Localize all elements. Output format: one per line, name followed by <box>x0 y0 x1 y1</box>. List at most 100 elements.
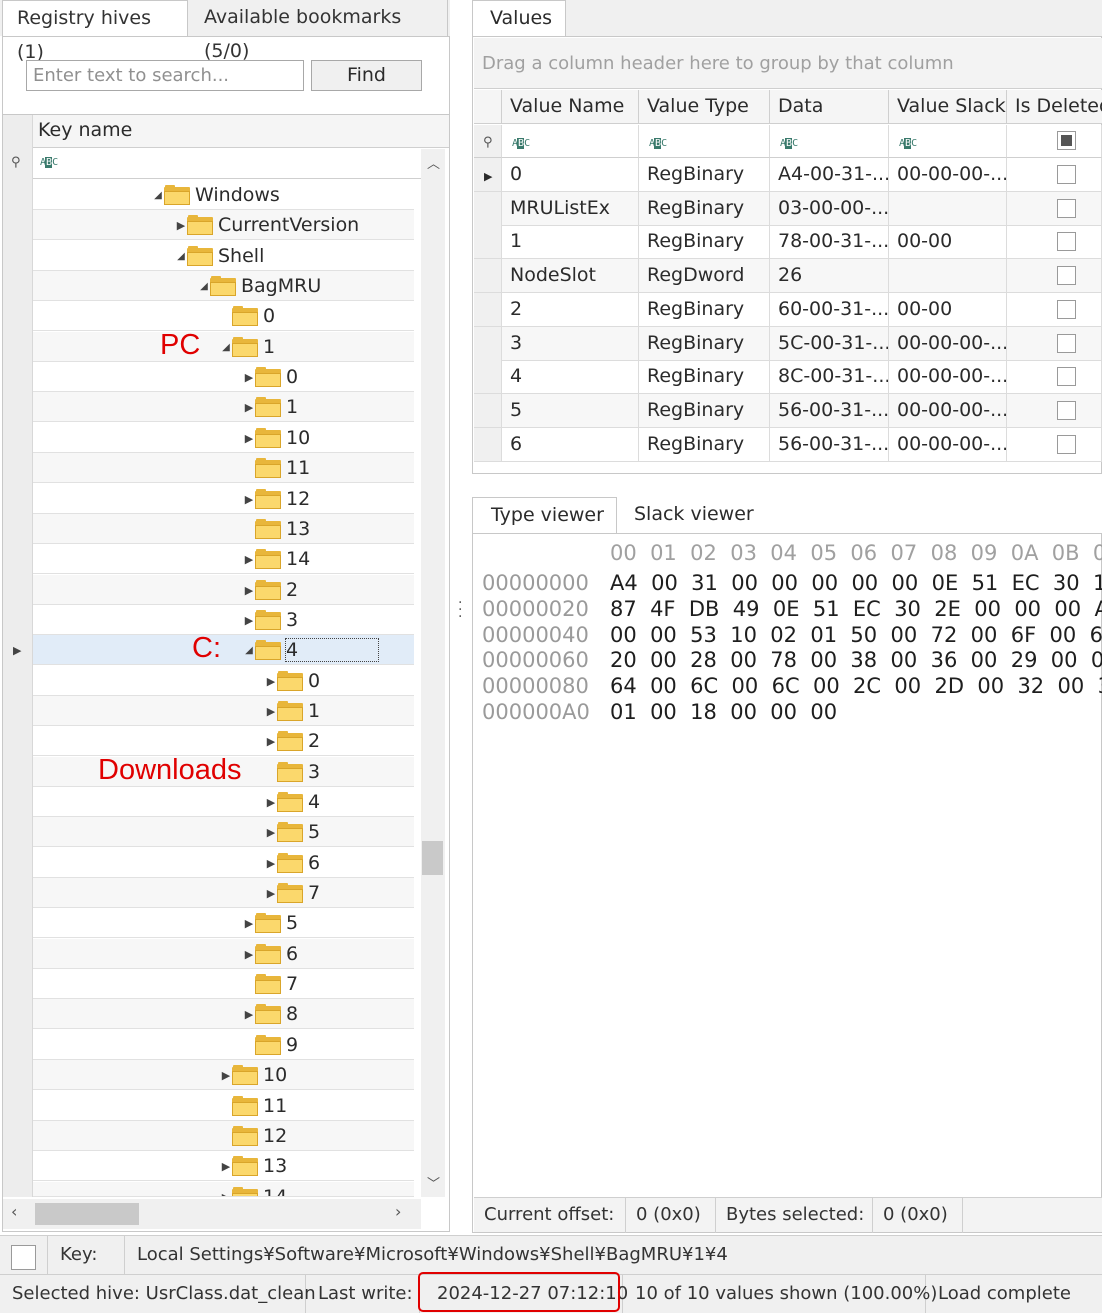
value-type-cell[interactable]: RegBinary <box>639 360 770 394</box>
key-name-column-header[interactable]: Key name <box>33 115 449 148</box>
tree-node[interactable]: ◢ Windows <box>33 180 414 210</box>
expand-arrow-icon[interactable]: ▶ <box>243 1008 255 1021</box>
tab-registry-hives[interactable]: Registry hives (1) <box>2 0 188 63</box>
tree-node-content[interactable]: ◢ 4 <box>243 635 380 664</box>
group-by-area[interactable]: Drag a column header here to group by th… <box>474 38 1102 89</box>
is-deleted-cell[interactable] <box>1007 360 1102 394</box>
tree-node-content[interactable]: ▶ 14 <box>220 1182 287 1196</box>
collapse-arrow-icon[interactable]: ◢ <box>198 281 210 292</box>
tree-vertical-scrollbar[interactable]: ︿ ﹀ <box>421 149 445 1197</box>
tree-node-content[interactable]: ▶ 2 <box>265 726 320 755</box>
expand-arrow-icon[interactable]: ▶ <box>243 948 255 961</box>
value-type-cell[interactable]: RegDword <box>639 259 770 293</box>
tree-node-content[interactable]: 0 <box>220 301 275 330</box>
value-type-cell[interactable]: RegBinary <box>639 293 770 327</box>
value-slack-cell[interactable]: 00-00-00-... <box>889 158 1007 192</box>
panel-splitter-handle[interactable]: · · · <box>458 596 464 624</box>
value-name-cell[interactable]: MRUListEx <box>502 192 639 226</box>
tree-node-content[interactable]: 9 <box>243 1030 298 1059</box>
tree-node-content[interactable]: ▶ 0 <box>265 666 320 695</box>
filter-value-name[interactable]: ABC <box>502 125 639 158</box>
column-header-data[interactable]: Data <box>770 90 889 124</box>
tree-node[interactable]: ◢ Shell <box>33 241 414 271</box>
is-deleted-cell[interactable] <box>1007 293 1102 327</box>
data-cell[interactable]: 56-00-31-... <box>770 394 889 428</box>
expand-arrow-icon[interactable]: ▶ <box>265 705 277 718</box>
tree-node[interactable]: 0 <box>33 301 414 331</box>
collapse-arrow-icon[interactable]: ◢ <box>175 251 187 262</box>
is-deleted-cell[interactable] <box>1007 192 1102 226</box>
value-type-cell[interactable]: RegBinary <box>639 428 770 462</box>
tree-node-content[interactable]: 11 <box>220 1091 287 1120</box>
find-button[interactable]: Find <box>311 60 422 91</box>
column-header-value-name[interactable]: Value Name <box>502 90 639 124</box>
row-indicator[interactable] <box>474 192 502 226</box>
value-type-cell[interactable]: RegBinary <box>639 225 770 259</box>
collapse-arrow-icon[interactable]: ◢ <box>152 190 164 201</box>
data-cell[interactable]: 8C-00-31-... <box>770 360 889 394</box>
expand-arrow-icon[interactable]: ▶ <box>243 401 255 414</box>
tree-node-content[interactable]: ▶ 8 <box>243 999 298 1028</box>
is-deleted-checkbox[interactable] <box>1057 300 1076 319</box>
horizontal-scroll-thumb[interactable] <box>35 1203 139 1225</box>
filter-value-slack[interactable]: ABC <box>889 125 1007 158</box>
tree-node-content[interactable]: ▶ 5 <box>265 817 320 846</box>
tree-node-content[interactable]: ◢ Shell <box>175 241 264 270</box>
hex-bytes-row[interactable]: 20 00 28 00 78 00 38 00 36 00 29 00 00 <box>610 648 1102 672</box>
tree-node[interactable]: ▶ 6 <box>33 848 414 878</box>
value-type-cell[interactable]: RegBinary <box>639 192 770 226</box>
expand-arrow-icon[interactable]: ▶ <box>220 1069 232 1082</box>
data-cell[interactable]: 60-00-31-... <box>770 293 889 327</box>
tree-node[interactable]: ▶ 14 <box>33 1182 414 1197</box>
hex-bytes-row[interactable]: 01 00 18 00 00 00 <box>610 700 837 724</box>
value-slack-cell[interactable]: 00-00-00-... <box>889 360 1007 394</box>
data-cell[interactable]: 03-00-00-... <box>770 192 889 226</box>
value-name-cell[interactable]: NodeSlot <box>502 259 639 293</box>
tree-node[interactable]: 13 <box>33 514 414 544</box>
tree-node[interactable]: ▶ 10 <box>33 423 414 453</box>
is-deleted-filter-checkbox[interactable] <box>1057 131 1076 150</box>
value-name-cell[interactable]: 5 <box>502 394 639 428</box>
filter-data[interactable]: ABC <box>770 125 889 158</box>
tree-node-content[interactable]: 13 <box>243 514 310 543</box>
key-name-filter-cell[interactable]: ABC <box>33 149 421 179</box>
tree-node-content[interactable]: ▶ 6 <box>265 848 320 877</box>
expand-arrow-icon[interactable]: ▶ <box>265 675 277 688</box>
expand-arrow-icon[interactable]: ▶ <box>220 1160 232 1173</box>
tree-node-content[interactable]: ▶ 3 <box>243 605 298 634</box>
expand-arrow-icon[interactable]: ▶ <box>265 857 277 870</box>
is-deleted-checkbox[interactable] <box>1057 367 1076 386</box>
is-deleted-cell[interactable] <box>1007 428 1102 462</box>
expand-arrow-icon[interactable]: ▶ <box>243 432 255 445</box>
value-type-cell[interactable]: RegBinary <box>639 158 770 192</box>
row-indicator[interactable] <box>474 394 502 428</box>
is-deleted-cell[interactable] <box>1007 225 1102 259</box>
tree-node-content[interactable]: ◢ Windows <box>152 180 280 209</box>
value-slack-cell[interactable]: 00-00 <box>889 225 1007 259</box>
value-type-cell[interactable]: RegBinary <box>639 394 770 428</box>
value-name-cell[interactable]: 6 <box>502 428 639 462</box>
tree-node[interactable]: ▶ 0 <box>33 362 414 392</box>
tree-node-content[interactable]: ▶ 10 <box>243 423 310 452</box>
tree-node-content[interactable]: ▶ 1 <box>265 696 320 725</box>
key-checkbox[interactable] <box>11 1245 36 1270</box>
value-slack-cell[interactable]: 00-00-00-... <box>889 428 1007 462</box>
tree-node[interactable]: 9 <box>33 1030 414 1060</box>
row-indicator[interactable]: ▶ <box>474 158 502 192</box>
tree-node[interactable]: 12 <box>33 1121 414 1151</box>
expand-arrow-icon[interactable]: ▶ <box>265 887 277 900</box>
tree-node-content[interactable]: ◢ 1 <box>220 332 275 361</box>
vertical-scroll-thumb[interactable] <box>422 841 443 875</box>
is-deleted-cell[interactable] <box>1007 158 1102 192</box>
tab-values[interactable]: Values <box>472 0 566 36</box>
row-indicator[interactable] <box>474 259 502 293</box>
tab-available-bookmarks[interactable]: Available bookmarks (5/0) <box>190 0 448 62</box>
tree-node[interactable]: ▶ 3 <box>33 605 414 635</box>
scroll-up-icon[interactable]: ︿ <box>427 153 440 172</box>
is-deleted-cell[interactable] <box>1007 327 1102 361</box>
tree-node[interactable]: ▶ 6 <box>33 939 414 969</box>
is-deleted-checkbox[interactable] <box>1057 232 1076 251</box>
is-deleted-checkbox[interactable] <box>1057 266 1076 285</box>
tree-node-content[interactable]: ▶ 5 <box>243 908 298 937</box>
tree-node[interactable]: ▶ 14 <box>33 544 414 574</box>
